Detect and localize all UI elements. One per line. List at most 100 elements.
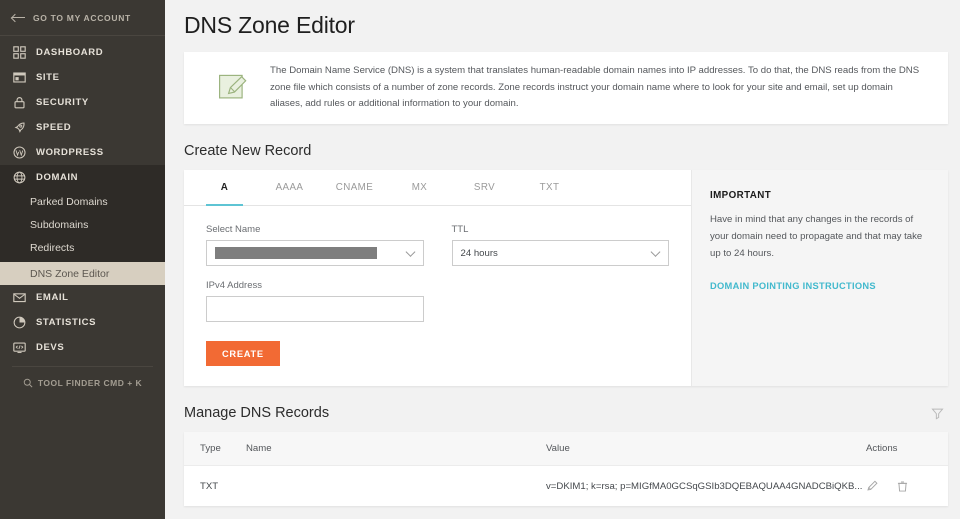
envelope-icon: [12, 290, 27, 305]
column-header-actions: Actions: [866, 443, 948, 454]
field-row-top: Select Name TTL 24 hours: [206, 224, 669, 266]
ttl-field: TTL 24 hours: [452, 224, 670, 266]
sidebar-item-devs[interactable]: DEVS: [0, 335, 165, 360]
sidebar-item-label: SPEED: [36, 122, 71, 133]
dns-records-table: Type Name Value Actions TXT v=DKIM1; k=r…: [184, 432, 948, 506]
tab-a[interactable]: A: [192, 170, 257, 205]
important-panel: IMPORTANT Have in mind that any changes …: [691, 170, 948, 386]
select-name-field: Select Name: [206, 224, 424, 266]
sidebar-item-dns-zone-editor[interactable]: DNS Zone Editor: [0, 262, 165, 285]
important-title: IMPORTANT: [710, 190, 930, 201]
pencil-icon[interactable]: [866, 480, 879, 493]
arrow-left-icon: [12, 13, 26, 23]
sidebar-item-label: DEVS: [36, 342, 64, 353]
tab-cname[interactable]: CNAME: [322, 170, 387, 205]
sidebar-item-wordpress[interactable]: WORDPRESS: [0, 140, 165, 165]
filter-icon[interactable]: [931, 407, 948, 420]
chevron-down-icon: [405, 247, 415, 257]
tab-label: TXT: [540, 182, 560, 193]
wordpress-icon: [12, 145, 27, 160]
trash-icon[interactable]: [896, 480, 909, 493]
lock-icon: [12, 95, 27, 110]
column-header-value: Value: [546, 443, 866, 454]
page-title: DNS Zone Editor: [184, 0, 948, 52]
form-body: Select Name TTL 24 hours: [184, 206, 691, 386]
table-row: TXT v=DKIM1; k=rsa; p=MIGfMA0GCSqGSIb3DQ…: [184, 466, 948, 506]
pie-chart-icon: [12, 315, 27, 330]
main-content: DNS Zone Editor The Domain Name Service …: [165, 0, 960, 519]
sidebar-item-label: DASHBOARD: [36, 47, 103, 58]
sidebar-item-subdomains[interactable]: Subdomains: [0, 213, 165, 236]
sidebar-item-label: SECURITY: [36, 97, 89, 108]
site-icon: [12, 70, 27, 85]
tab-label: SRV: [474, 182, 495, 193]
sidebar-submenu-domain: Parked Domains Subdomains Redirects: [0, 190, 165, 262]
sidebar-item-label: SITE: [36, 72, 60, 83]
sidebar-subitem-label: DNS Zone Editor: [30, 268, 109, 280]
domain-pointing-instructions-link[interactable]: DOMAIN POINTING INSTRUCTIONS: [710, 281, 876, 291]
go-to-my-account-link[interactable]: GO TO MY ACCOUNT: [0, 0, 165, 36]
sidebar-item-label: DOMAIN: [36, 172, 78, 183]
chevron-down-icon: [651, 247, 661, 257]
globe-icon: [12, 170, 27, 185]
sidebar-item-parked-domains[interactable]: Parked Domains: [0, 190, 165, 213]
sidebar-item-domain[interactable]: DOMAIN: [0, 165, 165, 190]
tab-label: A: [221, 182, 228, 193]
sidebar-item-label: WORDPRESS: [36, 147, 104, 158]
select-name-dropdown[interactable]: [206, 240, 424, 266]
important-text: Have in mind that any changes in the rec…: [710, 212, 930, 262]
column-header-name: Name: [246, 443, 546, 454]
rocket-icon: [12, 120, 27, 135]
grid-icon: [12, 45, 27, 60]
cell-value: v=DKIM1; k=rsa; p=MIGfMA0GCSqGSIb3DQEBAQ…: [546, 481, 866, 492]
column-header-type: Type: [184, 443, 246, 454]
sidebar-subitem-label: Parked Domains: [30, 196, 108, 208]
tool-finder-button[interactable]: TOOL FINDER CMD + K: [0, 367, 165, 399]
sidebar-item-email[interactable]: EMAIL: [0, 285, 165, 310]
note-pencil-icon: [206, 70, 262, 106]
info-card: The Domain Name Service (DNS) is a syste…: [184, 52, 948, 124]
sidebar-item-label: STATISTICS: [36, 317, 96, 328]
sidebar-item-dashboard[interactable]: DASHBOARD: [0, 40, 165, 65]
search-icon: [23, 378, 33, 388]
sidebar-item-label: EMAIL: [36, 292, 69, 303]
go-to-my-account-label: GO TO MY ACCOUNT: [33, 13, 131, 23]
sidebar-subitem-label: Subdomains: [30, 219, 88, 231]
ttl-label: TTL: [452, 224, 670, 235]
ipv4-address-label: IPv4 Address: [206, 280, 424, 291]
ipv4-address-input[interactable]: [206, 296, 424, 322]
create-record-card: A AAAA CNAME MX SRV TXT Select Name: [184, 170, 948, 386]
sidebar: GO TO MY ACCOUNT DASHBOARD SITE SECURITY: [0, 0, 165, 519]
tab-label: CNAME: [336, 182, 373, 193]
devs-icon: [12, 340, 27, 355]
sidebar-item-statistics[interactable]: STATISTICS: [0, 310, 165, 335]
spacer: [452, 280, 670, 322]
cell-type: TXT: [184, 481, 246, 492]
select-name-label: Select Name: [206, 224, 424, 235]
record-type-tabs: A AAAA CNAME MX SRV TXT: [184, 170, 691, 206]
create-new-record-title: Create New Record: [184, 124, 948, 170]
create-record-form: A AAAA CNAME MX SRV TXT Select Name: [184, 170, 691, 386]
sidebar-item-redirects[interactable]: Redirects: [0, 236, 165, 259]
redacted-value: [215, 247, 377, 259]
create-button[interactable]: CREATE: [206, 341, 280, 366]
table-header-row: Type Name Value Actions: [184, 432, 948, 466]
sidebar-nav: DASHBOARD SITE SECURITY SPEED WORDPRESS: [0, 36, 165, 399]
sidebar-item-site[interactable]: SITE: [0, 65, 165, 90]
info-description: The Domain Name Service (DNS) is a syste…: [262, 63, 926, 113]
sidebar-item-security[interactable]: SECURITY: [0, 90, 165, 115]
tab-mx[interactable]: MX: [387, 170, 452, 205]
tab-label: AAAA: [276, 182, 304, 193]
tab-aaaa[interactable]: AAAA: [257, 170, 322, 205]
sidebar-item-speed[interactable]: SPEED: [0, 115, 165, 140]
manage-dns-records-header: Manage DNS Records: [184, 386, 948, 432]
ttl-value: 24 hours: [461, 248, 498, 259]
ttl-dropdown[interactable]: 24 hours: [452, 240, 670, 266]
cell-actions: [866, 480, 948, 493]
tab-label: MX: [412, 182, 428, 193]
tool-finder-label: TOOL FINDER CMD + K: [38, 378, 142, 388]
tab-srv[interactable]: SRV: [452, 170, 517, 205]
manage-dns-records-title: Manage DNS Records: [184, 405, 329, 421]
sidebar-subitem-label: Redirects: [30, 242, 74, 254]
tab-txt[interactable]: TXT: [517, 170, 582, 205]
